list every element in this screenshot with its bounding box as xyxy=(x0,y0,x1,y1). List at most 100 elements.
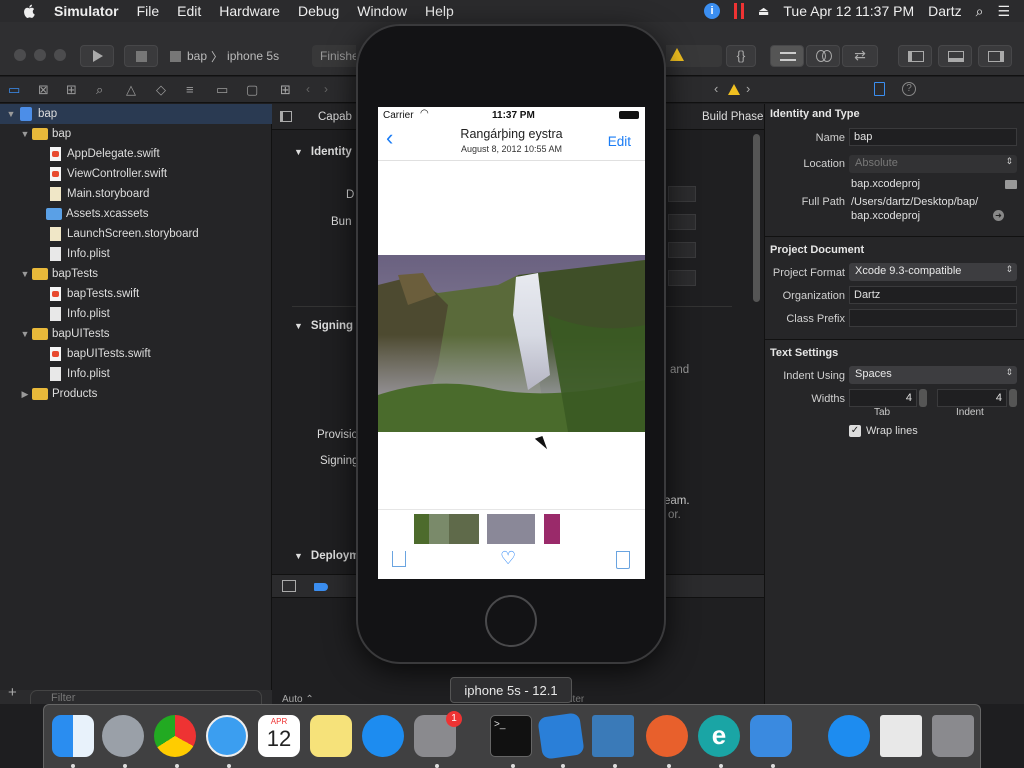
file-inspector-icon[interactable] xyxy=(874,82,885,96)
reveal-arrow-icon[interactable]: ➜ xyxy=(993,210,1004,221)
nav-chevron-right-icon[interactable]: › xyxy=(746,81,750,96)
parallels-icon[interactable] xyxy=(734,3,745,19)
tree-row-baptests-swift[interactable]: bapTests.swift xyxy=(0,284,272,304)
menu-hardware[interactable]: Hardware xyxy=(219,3,280,19)
zoom-window-button[interactable] xyxy=(54,49,66,61)
tree-row-tests-info-plist[interactable]: Info.plist xyxy=(0,304,272,324)
apple-icon[interactable] xyxy=(20,3,40,19)
editor-scrollbar[interactable] xyxy=(753,134,760,302)
project-format-popup[interactable]: Xcode 9.3-compatible ⇕ xyxy=(849,263,1017,281)
navigator-filter-input[interactable]: Filter xyxy=(30,690,262,704)
add-icon[interactable]: + xyxy=(8,684,17,701)
terminal-icon[interactable]: >_ xyxy=(490,715,532,757)
wrap-lines-checkbox[interactable]: ✓ xyxy=(849,425,861,437)
version-field-end[interactable] xyxy=(668,242,696,258)
menu-debug[interactable]: Debug xyxy=(298,3,339,19)
report-icon[interactable]: ▢ xyxy=(246,82,258,98)
finder-icon[interactable] xyxy=(52,715,94,757)
thumbnail-5[interactable] xyxy=(544,514,560,544)
breakpoints-toggle-icon[interactable] xyxy=(314,583,328,591)
section-deployment-header[interactable]: ▼ Deploym xyxy=(294,550,360,562)
app-store-2-icon[interactable] xyxy=(828,715,870,757)
scheme-selector[interactable]: bap 〉 iphone 5s xyxy=(170,45,306,67)
xcode-icon[interactable] xyxy=(537,712,585,760)
tree-row-bapuitests-swift[interactable]: bapUITests.swift xyxy=(0,344,272,364)
tree-row-viewcontroller[interactable]: ViewController.swift xyxy=(0,164,272,184)
preview-icon[interactable] xyxy=(880,715,922,757)
standard-editor-button[interactable] xyxy=(770,45,804,67)
organization-field[interactable]: Dartz xyxy=(849,286,1017,304)
edit-button[interactable]: Edit xyxy=(608,134,631,149)
heart-icon[interactable]: ♡ xyxy=(500,548,516,569)
tab-width-field[interactable]: 4 xyxy=(849,389,917,407)
thumbnail-selected[interactable] xyxy=(487,514,535,544)
breakpoint-icon[interactable]: ▭ xyxy=(216,82,228,98)
tree-row-info-plist[interactable]: Info.plist xyxy=(0,244,272,264)
tree-row-bapuitests-folder[interactable]: ▼ bapUITests xyxy=(0,324,272,344)
tree-row-main-storyboard[interactable]: Main.storyboard xyxy=(0,184,272,204)
toggle-debug-area-button[interactable] xyxy=(938,45,972,67)
trash-icon[interactable] xyxy=(932,715,974,757)
toggle-navigator-button[interactable] xyxy=(898,45,932,67)
remote-desktop-icon[interactable] xyxy=(592,715,634,757)
notes-icon[interactable] xyxy=(310,715,352,757)
library-button[interactable]: {} xyxy=(726,45,756,67)
display-name-field-end[interactable] xyxy=(668,186,696,202)
home-button[interactable] xyxy=(485,595,537,647)
notification-center-icon[interactable]: ☰ xyxy=(997,3,1010,20)
tree-row-bap-folder[interactable]: ▼ bap xyxy=(0,124,272,144)
disclosure-down-icon[interactable]: ▼ xyxy=(20,329,30,339)
app-store-icon[interactable] xyxy=(362,715,404,757)
run-button[interactable] xyxy=(80,45,114,67)
menubar-user[interactable]: Dartz xyxy=(928,3,961,19)
indent-width-stepper[interactable] xyxy=(1009,389,1017,407)
tab-build-phases[interactable]: Build Phase xyxy=(702,111,763,123)
nav-chevron-left-icon[interactable]: ‹ xyxy=(714,81,718,96)
tree-row-assets[interactable]: Assets.xcassets xyxy=(0,204,272,224)
indent-using-popup[interactable]: Spaces ⇕ xyxy=(849,366,1017,384)
menu-simulator[interactable]: Simulator xyxy=(54,3,119,19)
forward-icon[interactable]: › xyxy=(324,82,328,96)
menu-edit[interactable]: Edit xyxy=(177,3,201,19)
menu-help[interactable]: Help xyxy=(425,3,454,19)
folder-icon[interactable]: ▭ xyxy=(8,82,20,98)
help-icon[interactable]: ? xyxy=(902,82,916,96)
share-icon[interactable] xyxy=(392,551,406,567)
grid-icon[interactable]: ⊞ xyxy=(280,82,291,98)
issue-icon[interactable]: △ xyxy=(126,82,136,98)
tree-row-products-folder[interactable]: ▶ Products xyxy=(0,384,272,404)
calendar-icon[interactable]: APR 12 xyxy=(258,715,300,757)
version-editor-button[interactable]: ⇄ xyxy=(842,45,878,67)
section-identity-header[interactable]: ▼ Identity xyxy=(294,146,352,158)
disclosure-down-icon[interactable]: ▼ xyxy=(20,129,30,139)
source-control-icon[interactable]: ⊠ xyxy=(38,82,49,98)
warning-icon[interactable] xyxy=(670,48,684,61)
location-popup[interactable]: Absolute ⇕ xyxy=(849,155,1017,173)
thumbnail-2[interactable] xyxy=(429,514,449,544)
minimize-window-button[interactable] xyxy=(34,49,46,61)
tab-capabilities[interactable]: Capab xyxy=(318,111,352,123)
class-prefix-field[interactable] xyxy=(849,309,1017,327)
simulator-screen[interactable]: Carrier ◠ 11:37 PM ‹ Rangárþing eystra A… xyxy=(378,107,645,579)
back-icon[interactable]: ‹ xyxy=(306,82,310,96)
waterfall-photo[interactable] xyxy=(378,255,645,432)
test-icon[interactable]: ◇ xyxy=(156,82,166,98)
chrome-icon[interactable] xyxy=(154,715,196,757)
thumbnail-1[interactable] xyxy=(414,514,429,544)
close-window-button[interactable] xyxy=(14,49,26,61)
section-signing-header[interactable]: ▼ Signing xyxy=(294,320,353,332)
menu-file[interactable]: File xyxy=(137,3,160,19)
disclosure-right-icon[interactable]: ▶ xyxy=(20,389,30,400)
build-field-end[interactable] xyxy=(668,270,696,286)
ubuntu-icon[interactable] xyxy=(646,715,688,757)
tree-row-bap-project[interactable]: ▼ bap xyxy=(0,104,272,124)
menu-window[interactable]: Window xyxy=(357,3,407,19)
tree-row-uitests-info-plist[interactable]: Info.plist xyxy=(0,364,272,384)
folder-reveal-icon[interactable] xyxy=(1005,180,1017,189)
simulator-icon[interactable] xyxy=(750,715,792,757)
targets-sidebar-icon[interactable] xyxy=(280,111,292,122)
tree-row-launchscreen[interactable]: LaunchScreen.storyboard xyxy=(0,224,272,244)
bundle-id-field-end[interactable] xyxy=(668,214,696,230)
menubar-clock[interactable]: Tue Apr 12 11:37 PM xyxy=(783,3,914,19)
debug-icon[interactable]: ≡ xyxy=(186,82,194,97)
